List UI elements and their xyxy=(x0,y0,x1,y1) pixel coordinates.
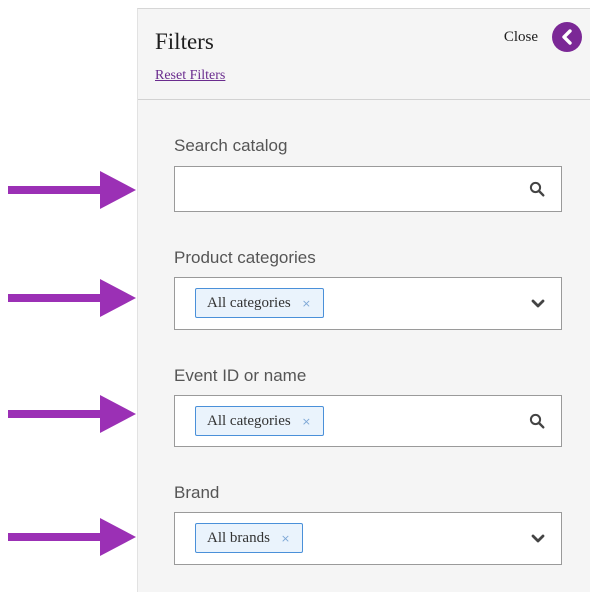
search-icon[interactable] xyxy=(529,413,545,429)
brand-tag-remove-icon[interactable]: × xyxy=(281,532,290,545)
annotation-arrow-brand xyxy=(8,518,136,556)
brand-select[interactable]: All brands × xyxy=(174,512,562,565)
product-categories-select[interactable]: All categories × xyxy=(174,277,562,330)
event-tag-remove-icon[interactable]: × xyxy=(302,415,311,428)
chevron-down-icon[interactable] xyxy=(531,534,545,544)
filters-header: Filters Reset Filters Close xyxy=(138,9,590,100)
close-label: Close xyxy=(503,28,538,45)
close-button[interactable] xyxy=(552,22,582,52)
product-categories-label: Product categories xyxy=(174,248,316,267)
annotation-arrow-categories xyxy=(8,279,136,317)
search-icon[interactable] xyxy=(529,181,545,197)
brand-label: Brand xyxy=(174,483,220,502)
reset-filters-link[interactable]: Reset Filters xyxy=(155,68,225,84)
search-catalog-input[interactable] xyxy=(174,166,562,212)
annotation-arrow-event xyxy=(8,395,136,433)
event-id-label: Event ID or name xyxy=(174,366,307,385)
event-id-input[interactable]: All categories × xyxy=(174,395,562,447)
chevron-left-icon xyxy=(562,29,572,45)
brand-tag: All brands × xyxy=(195,523,304,553)
category-tag-label: All categories xyxy=(207,294,291,311)
event-tag: All categories × xyxy=(195,406,324,436)
chevron-down-icon[interactable] xyxy=(531,299,545,309)
filters-panel: Filters Reset Filters Close Search catal… xyxy=(137,8,590,592)
category-tag-remove-icon[interactable]: × xyxy=(302,297,311,310)
search-catalog-label: Search catalog xyxy=(174,136,288,155)
filters-title: Filters xyxy=(155,29,214,54)
close-control[interactable]: Close xyxy=(504,22,582,52)
annotation-arrow-search xyxy=(8,171,136,209)
brand-tag-label: All brands xyxy=(207,529,270,546)
category-tag: All categories × xyxy=(195,288,324,318)
event-tag-label: All categories xyxy=(207,412,291,429)
